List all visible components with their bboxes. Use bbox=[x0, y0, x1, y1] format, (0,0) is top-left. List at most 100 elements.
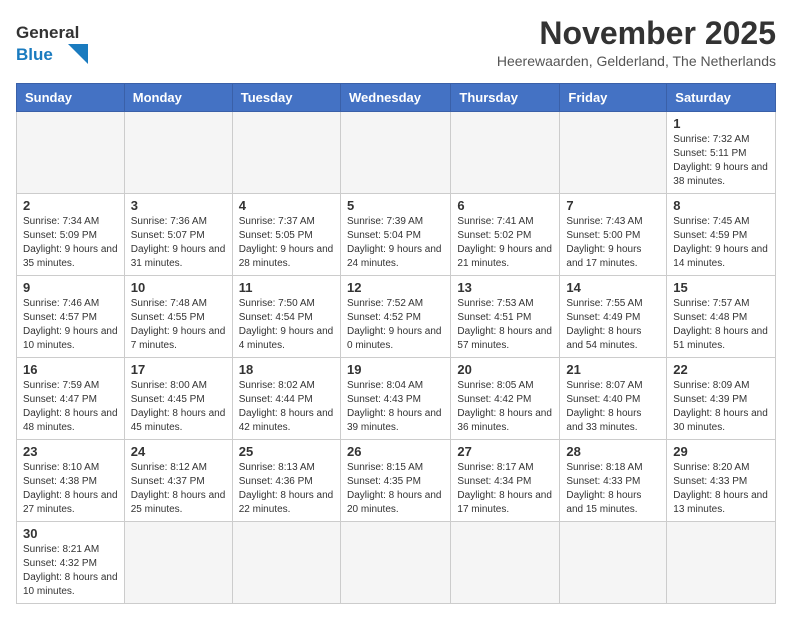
calendar-week-row: 9Sunrise: 7:46 AM Sunset: 4:57 PM Daylig… bbox=[17, 276, 776, 358]
day-number: 11 bbox=[239, 280, 334, 295]
calendar-cell: 1Sunrise: 7:32 AM Sunset: 5:11 PM Daylig… bbox=[667, 112, 776, 194]
day-number: 27 bbox=[457, 444, 553, 459]
day-info: Sunrise: 7:39 AM Sunset: 5:04 PM Dayligh… bbox=[347, 215, 444, 271]
day-info: Sunrise: 8:02 AM Sunset: 4:44 PM Dayligh… bbox=[239, 379, 334, 435]
header: General Blue November 2025 Heerewaarden,… bbox=[16, 16, 776, 73]
calendar-cell: 27 Sunrise: 8:17 AM Sunset: 4:34 PM Dayli… bbox=[451, 440, 560, 522]
calendar-week-row: 16 Sunrise: 7:59 AM Sunset: 4:47 PM Dayli… bbox=[17, 358, 776, 440]
day-info: Sunrise: 8:20 AM Sunset: 4:33 PM Dayligh… bbox=[673, 461, 769, 517]
day-number: 29 bbox=[673, 444, 769, 459]
calendar-body: 1Sunrise: 7:32 AM Sunset: 5:11 PM Daylig… bbox=[17, 112, 776, 604]
day-number: 4 bbox=[239, 198, 334, 213]
calendar-cell bbox=[124, 112, 232, 194]
calendar-cell: 30 Sunrise: 8:21 AM Sunset: 4:32 PM Dayli… bbox=[17, 522, 125, 604]
calendar-cell: 24Sunrise: 8:12 AM Sunset: 4:37 PM Dayli… bbox=[124, 440, 232, 522]
day-info: Sunrise: 7:57 AM Sunset: 4:48 PM Dayligh… bbox=[673, 297, 769, 353]
calendar-cell: 16 Sunrise: 7:59 AM Sunset: 4:47 PM Dayli… bbox=[17, 358, 125, 440]
calendar-cell: 20Sunrise: 8:05 AM Sunset: 4:42 PM Dayli… bbox=[451, 358, 560, 440]
calendar-cell: 22Sunrise: 8:09 AM Sunset: 4:39 PM Dayli… bbox=[667, 358, 776, 440]
calendar-cell: 17 Sunrise: 8:00 AM Sunset: 4:45 PM Dayli… bbox=[124, 358, 232, 440]
day-info: Sunrise: 7:34 AM Sunset: 5:09 PM Dayligh… bbox=[23, 215, 118, 271]
calendar-cell: 28 Sunrise: 8:18 AM Sunset: 4:33 PM Dayli… bbox=[560, 440, 667, 522]
calendar-cell bbox=[124, 522, 232, 604]
day-number: 19 bbox=[347, 362, 444, 377]
day-info: Sunrise: 8:21 AM Sunset: 4:32 PM Dayligh… bbox=[23, 543, 118, 599]
calendar-cell: 7 Sunrise: 7:43 AM Sunset: 5:00 PM Daylig… bbox=[560, 194, 667, 276]
calendar-cell: 12Sunrise: 7:52 AM Sunset: 4:52 PM Dayli… bbox=[340, 276, 450, 358]
calendar-subtitle: Heerewaarden, Gelderland, The Netherland… bbox=[497, 53, 776, 69]
calendar-title: November 2025 bbox=[497, 16, 776, 51]
day-number: 23 bbox=[23, 444, 118, 459]
day-number: 18 bbox=[239, 362, 334, 377]
header-thursday: Thursday bbox=[451, 84, 560, 112]
day-info: Sunrise: 8:04 AM Sunset: 4:43 PM Dayligh… bbox=[347, 379, 444, 435]
day-info: Sunrise: 8:18 AM Sunset: 4:33 PM Dayligh… bbox=[566, 461, 660, 517]
calendar-cell: 25Sunrise: 8:13 AM Sunset: 4:36 PM Dayli… bbox=[232, 440, 340, 522]
logo-area: General Blue bbox=[16, 16, 106, 73]
day-info: Sunrise: 7:36 AM Sunset: 5:07 PM Dayligh… bbox=[131, 215, 226, 271]
day-info: Sunrise: 8:17 AM Sunset: 4:34 PM Dayligh… bbox=[457, 461, 553, 517]
day-info: Sunrise: 8:12 AM Sunset: 4:37 PM Dayligh… bbox=[131, 461, 226, 517]
calendar-cell: 3 Sunrise: 7:36 AM Sunset: 5:07 PM Daylig… bbox=[124, 194, 232, 276]
day-info: Sunrise: 7:50 AM Sunset: 4:54 PM Dayligh… bbox=[239, 297, 334, 353]
calendar-cell bbox=[451, 522, 560, 604]
day-number: 7 bbox=[566, 198, 660, 213]
day-info: Sunrise: 8:15 AM Sunset: 4:35 PM Dayligh… bbox=[347, 461, 444, 517]
day-number: 10 bbox=[131, 280, 226, 295]
header-monday: Monday bbox=[124, 84, 232, 112]
calendar-cell: 9Sunrise: 7:46 AM Sunset: 4:57 PM Daylig… bbox=[17, 276, 125, 358]
logo-svg: General Blue bbox=[16, 16, 106, 68]
day-number: 3 bbox=[131, 198, 226, 213]
calendar-cell: 19 Sunrise: 8:04 AM Sunset: 4:43 PM Dayli… bbox=[340, 358, 450, 440]
day-number: 26 bbox=[347, 444, 444, 459]
weekday-header-row: Sunday Monday Tuesday Wednesday Thursday… bbox=[17, 84, 776, 112]
day-number: 15 bbox=[673, 280, 769, 295]
svg-text:Blue: Blue bbox=[16, 45, 53, 64]
day-info: Sunrise: 7:48 AM Sunset: 4:55 PM Dayligh… bbox=[131, 297, 226, 353]
calendar-week-row: 23 Sunrise: 8:10 AM Sunset: 4:38 PM Dayli… bbox=[17, 440, 776, 522]
calendar-week-row: 2 Sunrise: 7:34 AM Sunset: 5:09 PM Daylig… bbox=[17, 194, 776, 276]
day-number: 8 bbox=[673, 198, 769, 213]
day-number: 2 bbox=[23, 198, 118, 213]
calendar-cell bbox=[340, 522, 450, 604]
calendar-cell bbox=[560, 112, 667, 194]
calendar-cell: 5Sunrise: 7:39 AM Sunset: 5:04 PM Daylig… bbox=[340, 194, 450, 276]
calendar-cell bbox=[232, 522, 340, 604]
calendar-cell bbox=[340, 112, 450, 194]
calendar-cell: 2 Sunrise: 7:34 AM Sunset: 5:09 PM Daylig… bbox=[17, 194, 125, 276]
header-tuesday: Tuesday bbox=[232, 84, 340, 112]
header-sunday: Sunday bbox=[17, 84, 125, 112]
logo: General Blue bbox=[16, 16, 106, 73]
calendar-cell: 8 Sunrise: 7:45 AM Sunset: 4:59 PM Daylig… bbox=[667, 194, 776, 276]
calendar-cell bbox=[17, 112, 125, 194]
day-info: Sunrise: 8:00 AM Sunset: 4:45 PM Dayligh… bbox=[131, 379, 226, 435]
day-number: 13 bbox=[457, 280, 553, 295]
calendar-cell: 18 Sunrise: 8:02 AM Sunset: 4:44 PM Dayli… bbox=[232, 358, 340, 440]
header-wednesday: Wednesday bbox=[340, 84, 450, 112]
day-number: 9 bbox=[23, 280, 118, 295]
calendar-cell bbox=[451, 112, 560, 194]
calendar-cell: 26 Sunrise: 8:15 AM Sunset: 4:35 PM Dayli… bbox=[340, 440, 450, 522]
day-info: Sunrise: 7:59 AM Sunset: 4:47 PM Dayligh… bbox=[23, 379, 118, 435]
calendar-cell: 6Sunrise: 7:41 AM Sunset: 5:02 PM Daylig… bbox=[451, 194, 560, 276]
page: General Blue November 2025 Heerewaarden,… bbox=[0, 0, 792, 620]
day-info: Sunrise: 8:09 AM Sunset: 4:39 PM Dayligh… bbox=[673, 379, 769, 435]
calendar-cell: 15 Sunrise: 7:57 AM Sunset: 4:48 PM Dayli… bbox=[667, 276, 776, 358]
day-number: 30 bbox=[23, 526, 118, 541]
day-info: Sunrise: 7:43 AM Sunset: 5:00 PM Dayligh… bbox=[566, 215, 660, 271]
calendar-cell: 11 Sunrise: 7:50 AM Sunset: 4:54 PM Dayli… bbox=[232, 276, 340, 358]
day-number: 17 bbox=[131, 362, 226, 377]
calendar-table: Sunday Monday Tuesday Wednesday Thursday… bbox=[16, 83, 776, 604]
calendar-cell bbox=[232, 112, 340, 194]
day-number: 12 bbox=[347, 280, 444, 295]
day-number: 16 bbox=[23, 362, 118, 377]
calendar-week-row: 30 Sunrise: 8:21 AM Sunset: 4:32 PM Dayli… bbox=[17, 522, 776, 604]
header-saturday: Saturday bbox=[667, 84, 776, 112]
calendar-cell: 23 Sunrise: 8:10 AM Sunset: 4:38 PM Dayli… bbox=[17, 440, 125, 522]
day-info: Sunrise: 7:45 AM Sunset: 4:59 PM Dayligh… bbox=[673, 215, 769, 271]
header-friday: Friday bbox=[560, 84, 667, 112]
day-info: Sunrise: 8:10 AM Sunset: 4:38 PM Dayligh… bbox=[23, 461, 118, 517]
day-info: Sunrise: 7:55 AM Sunset: 4:49 PM Dayligh… bbox=[566, 297, 660, 353]
calendar-cell bbox=[667, 522, 776, 604]
day-number: 28 bbox=[566, 444, 660, 459]
